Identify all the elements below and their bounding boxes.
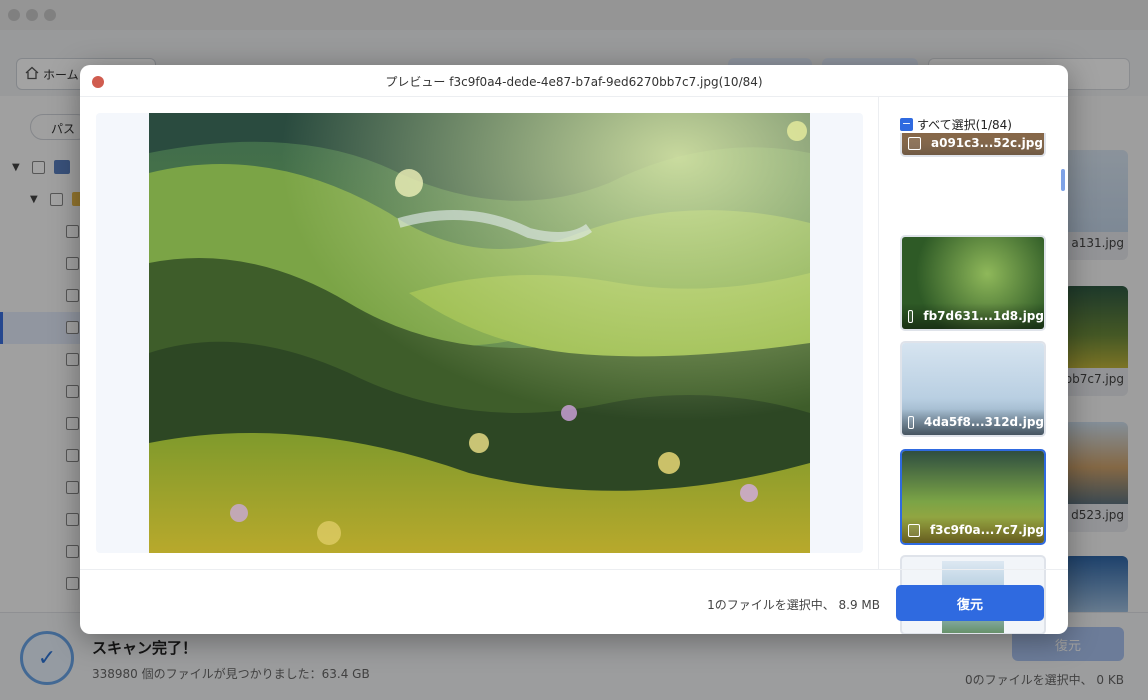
select-all-checkbox[interactable]: − すべて選択(1/84): [900, 116, 1012, 133]
thumbnail-name: f3c9f0a...7c7.jpg: [929, 523, 1044, 537]
recover-button[interactable]: 復元: [896, 585, 1044, 621]
thumbnail-item[interactable]: fb7d631...1d8.jpg: [900, 235, 1046, 331]
thumbnail-name: 4da5f8...312d.jpg: [923, 415, 1044, 429]
preview-image: [149, 113, 810, 553]
thumbnail-name: a091c3...52c.jpg: [931, 136, 1043, 150]
thumbnail-name: fb7d631...1d8.jpg: [923, 309, 1044, 323]
preview-header: プレビュー f3c9f0a4-dede-4e87-b7af-9ed6270bb7…: [80, 65, 1068, 97]
preview-dialog: プレビュー f3c9f0a4-dede-4e87-b7af-9ed6270bb7…: [80, 65, 1068, 634]
selection-info: 1のファイルを選択中、 8.9 MB: [707, 598, 880, 612]
select-all-label: すべて選択(1/84): [917, 118, 1012, 132]
thumbnail-checkbox[interactable]: [908, 309, 914, 323]
preview-divider: [878, 97, 879, 569]
thumbnail-scrollbar[interactable]: [1061, 169, 1065, 191]
thumbnail-item[interactable]: a091c3...52c.jpg: [900, 133, 1046, 157]
thumbnail-item[interactable]: 4da5f8...312d.jpg: [900, 341, 1046, 437]
thumbnail-checkbox[interactable]: [908, 523, 920, 537]
preview-close-button[interactable]: [92, 76, 104, 88]
thumbnail-checkbox[interactable]: [908, 136, 921, 150]
thumbnail-checkbox[interactable]: [908, 415, 914, 429]
preview-footer: 1のファイルを選択中、 8.9 MB 復元: [80, 569, 1068, 634]
preview-image-area: [96, 113, 863, 553]
thumbnail-item-active[interactable]: f3c9f0a...7c7.jpg: [900, 449, 1046, 545]
thumbnail-list: − すべて選択(1/84) a091c3...52c.jpg fb7d631..…: [892, 97, 1068, 634]
preview-title: プレビュー f3c9f0a4-dede-4e87-b7af-9ed6270bb7…: [385, 75, 763, 89]
minus-icon: −: [900, 117, 913, 131]
